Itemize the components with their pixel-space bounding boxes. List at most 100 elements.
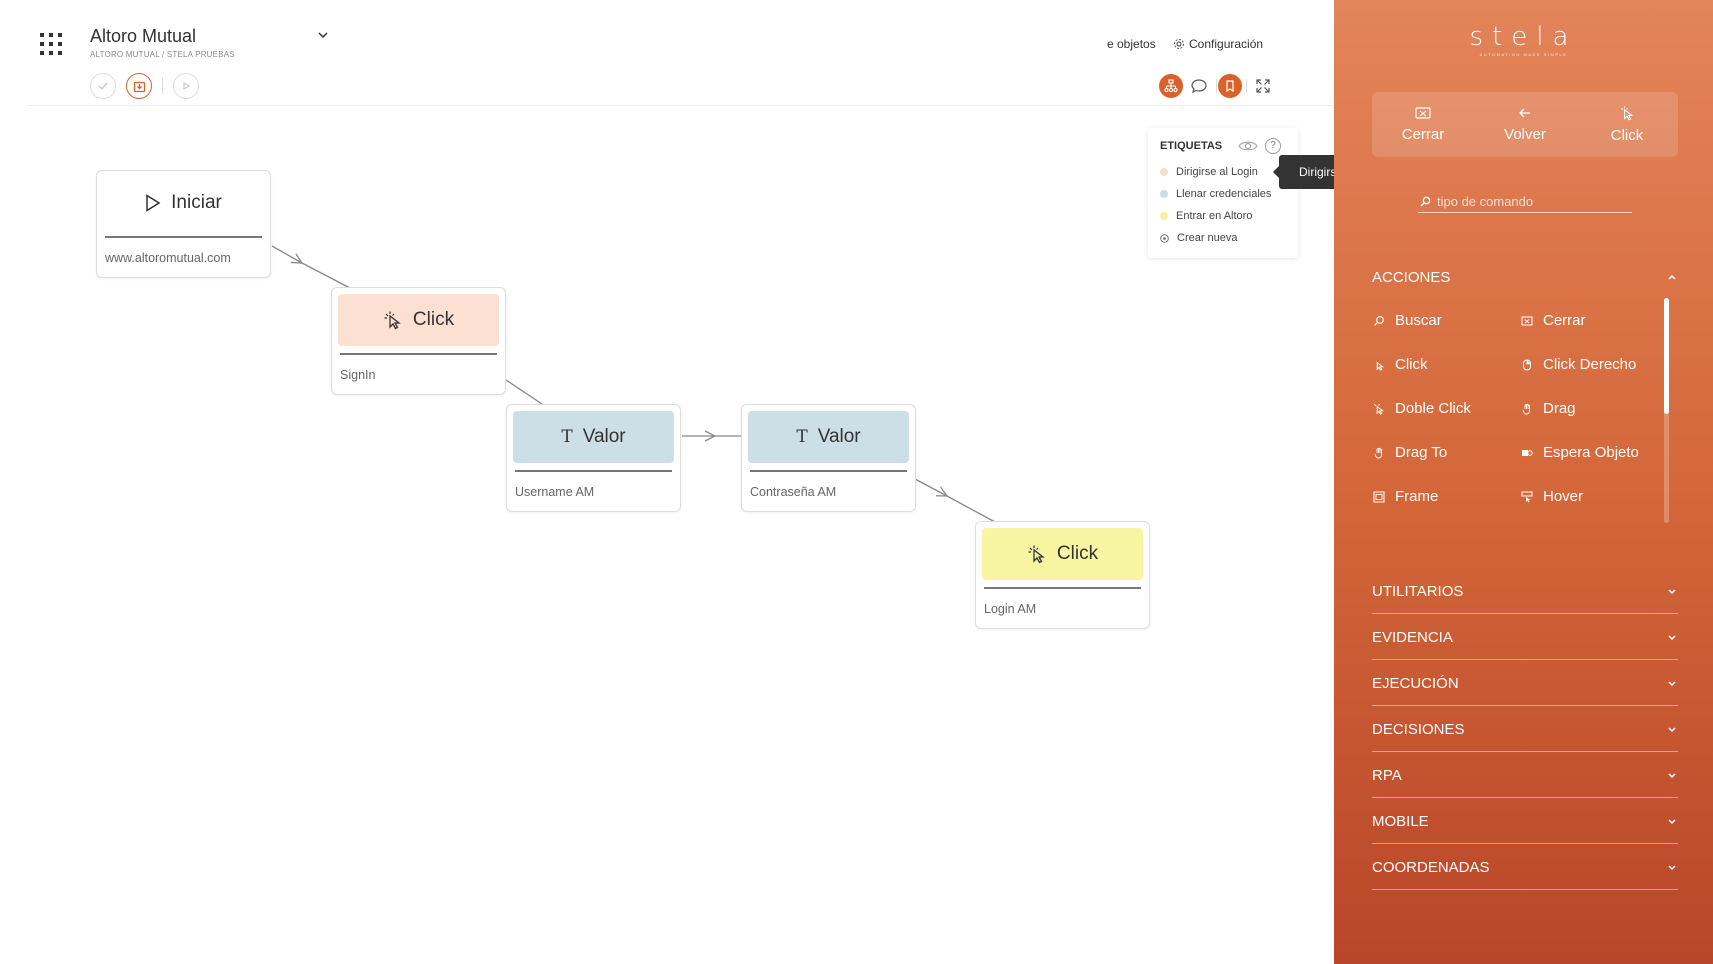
- chevron-down-icon: [1668, 819, 1676, 825]
- connector-click-to-valor: [505, 379, 543, 405]
- node-divider: [515, 470, 672, 472]
- node-header: Click: [982, 528, 1143, 580]
- labels-button[interactable]: [1218, 74, 1242, 98]
- close-window-icon: [1520, 314, 1533, 327]
- quick-actions: Cerrar Volver Click: [1372, 92, 1678, 157]
- quick-label: Volver: [1504, 126, 1546, 143]
- drag-to-icon: [1372, 446, 1385, 459]
- section-divider: [1372, 843, 1678, 844]
- flow-node-iniciar[interactable]: Iniciar www.altoromutual.com: [96, 170, 271, 278]
- node-header: Click: [338, 294, 499, 346]
- flow-node-valor-password[interactable]: T Valor Contraseña AM: [741, 404, 916, 512]
- action-label: Espera Objeto: [1543, 444, 1639, 461]
- node-title: Valor: [817, 426, 861, 447]
- section-title: COORDENADAS: [1372, 858, 1490, 876]
- section-ejecucion[interactable]: EJECUCIÓN: [1372, 666, 1678, 700]
- quick-label: Cerrar: [1401, 126, 1445, 143]
- action-click[interactable]: Click: [1372, 356, 1428, 373]
- action-label: Hover: [1543, 488, 1584, 505]
- section-divider: [1372, 889, 1678, 890]
- flow-canvas[interactable]: Altoro Mutual ALTORO MUTUAL / STELA PRUE…: [0, 0, 1409, 964]
- action-buscar[interactable]: Buscar: [1372, 312, 1442, 329]
- run-button[interactable]: [173, 73, 199, 99]
- flow-node-valor-username[interactable]: T Valor Username AM: [506, 404, 681, 512]
- create-label-text: Crear nueva: [1177, 232, 1238, 244]
- node-title: Iniciar: [171, 192, 222, 213]
- config-link-label: Configuración: [1189, 37, 1264, 51]
- section-mobile[interactable]: MOBILE: [1372, 804, 1678, 838]
- flow-view-button[interactable]: [1159, 74, 1183, 98]
- labels-panel: ETIQUETAS ? Dirigirse al Login Llenar cr…: [1148, 128, 1298, 258]
- fullscreen-button[interactable]: [1251, 74, 1275, 98]
- sitemap-icon: [1164, 79, 1178, 93]
- section-evidencia[interactable]: EVIDENCIA: [1372, 620, 1678, 654]
- apps-grid-icon[interactable]: [40, 33, 62, 55]
- quick-click-button[interactable]: Click: [1576, 92, 1678, 157]
- node-divider: [984, 587, 1141, 589]
- action-label: Click Derecho: [1543, 356, 1637, 373]
- action-doble-click[interactable]: Doble Click: [1372, 400, 1471, 417]
- label-color-dot: [1160, 190, 1168, 198]
- toolbar-divider: [162, 78, 163, 94]
- section-title: RPA: [1372, 766, 1402, 784]
- pointer-click-icon: [1028, 545, 1045, 564]
- node-caption: Username AM: [515, 485, 595, 499]
- actions-scrollbar[interactable]: [1664, 298, 1669, 414]
- command-search-input[interactable]: [1437, 193, 1627, 209]
- action-hover[interactable]: Hover: [1520, 488, 1583, 505]
- check-icon: [98, 82, 108, 91]
- help-icon[interactable]: ?: [1265, 138, 1281, 154]
- section-coordenadas[interactable]: COORDENADAS: [1372, 850, 1678, 884]
- section-divider: [1372, 797, 1678, 798]
- create-label-button[interactable]: Crear nueva: [1160, 232, 1238, 244]
- label-item-text: Entrar en Altoro: [1176, 210, 1253, 222]
- label-item-entrar[interactable]: Entrar en Altoro: [1160, 210, 1252, 222]
- action-cerrar[interactable]: Cerrar: [1520, 312, 1586, 329]
- flow-node-click-login[interactable]: Click Login AM: [975, 521, 1150, 629]
- project-breadcrumb: ALTORO MUTUAL / STELA PRUEBAS: [90, 50, 235, 59]
- label-item-llenar[interactable]: Llenar credenciales: [1160, 188, 1271, 200]
- add-circle-icon: [1160, 233, 1169, 243]
- section-divider: [1372, 705, 1678, 706]
- chevron-down-icon: [1668, 681, 1676, 687]
- pointer-click-icon: [384, 311, 401, 330]
- comments-button[interactable]: [1187, 74, 1211, 98]
- section-acciones[interactable]: ACCIONES: [1372, 260, 1678, 294]
- action-drag[interactable]: Drag: [1520, 400, 1576, 417]
- action-click-derecho[interactable]: Click Derecho: [1520, 356, 1636, 373]
- play-icon: [183, 81, 191, 91]
- action-drag-to[interactable]: Drag To: [1372, 444, 1447, 461]
- save-button[interactable]: [126, 73, 152, 99]
- section-title: MOBILE: [1372, 812, 1429, 830]
- action-label: Click: [1395, 356, 1428, 373]
- label-item-text: Llenar credenciales: [1176, 188, 1272, 200]
- wait-object-icon: [1520, 446, 1533, 459]
- section-title: DECISIONES: [1372, 720, 1465, 738]
- section-divider: [1372, 751, 1678, 752]
- node-caption: www.altoromutual.com: [105, 251, 231, 265]
- config-link[interactable]: Configuración: [1173, 37, 1263, 51]
- objects-link-label: e objetos: [1107, 37, 1156, 51]
- node-title: Click: [1056, 543, 1099, 564]
- search-icon: [1372, 314, 1385, 327]
- label-item-text: Dirigirse al Login: [1176, 166, 1258, 178]
- section-utilitarios[interactable]: UTILITARIOS: [1372, 574, 1678, 608]
- action-label: Buscar: [1395, 312, 1442, 329]
- objects-link[interactable]: e objetos: [1107, 37, 1156, 51]
- section-rpa[interactable]: RPA: [1372, 758, 1678, 792]
- label-color-dot: [1160, 168, 1168, 176]
- quick-volver-button[interactable]: Volver: [1474, 92, 1576, 157]
- quick-cerrar-button[interactable]: Cerrar: [1372, 92, 1474, 157]
- label-item-dirigirse[interactable]: Dirigirse al Login: [1160, 166, 1258, 178]
- section-decisiones[interactable]: DECISIONES: [1372, 712, 1678, 746]
- text-t-icon: T: [561, 427, 573, 447]
- eye-icon[interactable]: [1238, 138, 1258, 154]
- action-espera-objeto[interactable]: Espera Objeto: [1520, 444, 1639, 461]
- action-frame[interactable]: Frame: [1372, 488, 1438, 505]
- validate-button[interactable]: [90, 73, 116, 99]
- gear-icon: [1174, 39, 1184, 49]
- quick-label: Click: [1610, 127, 1644, 144]
- flow-node-click-signin[interactable]: Click SignIn: [331, 287, 506, 395]
- pointer-click-icon: [1372, 358, 1385, 371]
- chevron-down-icon[interactable]: [316, 28, 330, 42]
